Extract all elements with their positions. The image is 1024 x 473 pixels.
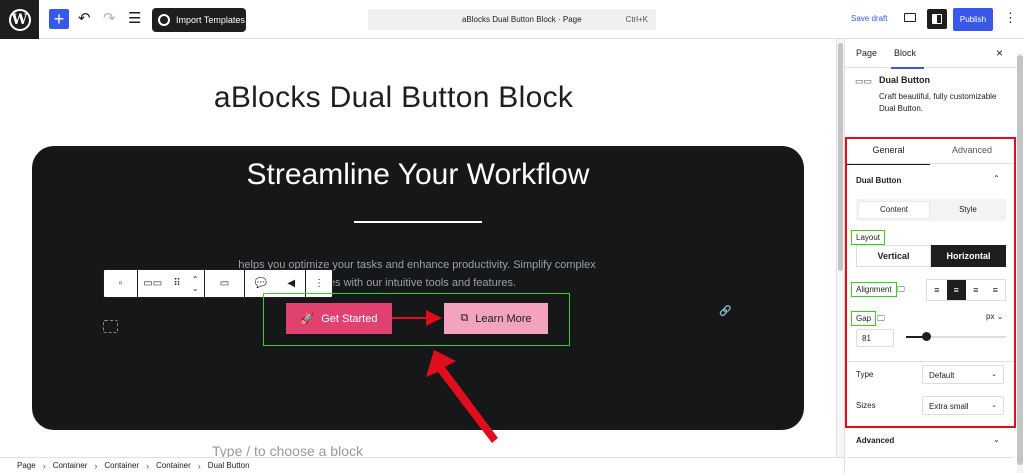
responsive-device-icon[interactable]: 🖵 [897,285,905,295]
breadcrumb-item[interactable]: Container [53,461,88,470]
canvas-scrollbar[interactable] [836,39,844,457]
breadcrumb-separator-icon: › [146,460,150,471]
wordpress-icon: W [8,8,31,31]
settings-panel-icon[interactable] [927,9,947,29]
command-palette-bar[interactable]: aBlocks Dual Button Block · Page Ctrl+K [368,9,656,30]
sidebar-scroll-thumb[interactable] [1017,55,1023,465]
editor-top-bar: W + ↶ ↷ ☰ Import Templates aBlocks Dual … [0,0,1024,39]
responsive-device-icon[interactable]: 🖵 [877,314,885,324]
import-templates-label: Import Templates [176,15,245,25]
align-center-icon[interactable]: ≡ [946,280,966,300]
divider [847,361,1014,362]
command-shortcut: Ctrl+K [625,15,648,24]
redo-icon[interactable]: ↷ [103,10,116,28]
block-breadcrumb: Page › Container › Container › Container › D… [0,457,844,473]
alignment-options: ≡ ≡ ≡ ≡ [926,279,1006,301]
align-left-icon[interactable]: ≡ [927,280,947,300]
ablocks-icon [158,14,170,26]
type-select-value: Default [929,371,955,380]
seg-content[interactable]: Content [859,202,929,218]
chevron-down-icon: ⌄ [991,402,997,409]
gap-input[interactable]: 81 [856,329,894,347]
import-templates-button[interactable]: Import Templates [152,8,246,32]
chevron-down-icon: ⌄ [991,371,997,378]
type-select[interactable]: Default ⌄ [922,365,1004,384]
breadcrumb-item[interactable]: Container [104,461,139,470]
dual-button-icon: ▭▭ [855,76,873,86]
breadcrumb-item[interactable]: Page [17,461,36,470]
content-style-switch: Content Style [856,199,1006,221]
align-right-icon[interactable]: ≡ [966,280,986,300]
alignment-label: Alignment [851,282,897,297]
chevron-down-icon: ⌄ [996,312,1004,321]
gap-unit-value: px [986,312,995,321]
editor-canvas[interactable]: aBlocks Dual Button Block Streamline You… [0,39,838,457]
breadcrumb-separator-icon: › [42,460,46,471]
undo-icon[interactable]: ↶ [78,10,91,28]
settings-sidebar: Page Block × ▭▭ Dual Button Craft beauti… [844,39,1024,473]
arrow-up [426,350,498,443]
desktop-preview-icon[interactable] [904,13,916,22]
layout-vertical-button[interactable]: Vertical [856,245,931,267]
layout-horizontal-button[interactable]: Horizontal [931,245,1006,267]
save-draft-button[interactable]: Save draft [851,14,887,23]
list-view-icon[interactable]: ☰ [128,10,141,28]
tab-advanced[interactable]: Advanced [930,139,1014,163]
breadcrumb-separator-icon: › [94,460,98,471]
close-icon[interactable]: × [996,46,1003,60]
sidebar-tabs: Page Block × [845,39,1017,69]
sizes-select-value: Extra small [929,402,969,411]
seg-style[interactable]: Style [933,202,1003,218]
divider [847,163,1014,164]
breadcrumb-item-current[interactable]: Dual Button [208,461,250,470]
type-label: Type [856,370,874,379]
annotation-arrows [392,310,498,443]
block-description: Craft beautiful, fully customizable Dual… [879,92,997,113]
command-title: aBlocks Dual Button Block · Page [461,15,582,24]
breadcrumb-item[interactable]: Container [156,461,191,470]
gap-label: Gap [851,311,877,326]
tab-page[interactable]: Page [856,48,877,58]
chevron-down-icon[interactable]: ⌄ [993,435,1000,444]
tab-general[interactable]: General [847,139,930,165]
block-name: Dual Button [879,75,930,85]
breadcrumb-separator-icon: › [197,460,201,471]
publish-button[interactable]: Publish [953,8,993,31]
add-block-button[interactable]: + [49,9,69,29]
wordpress-logo[interactable]: W [0,0,39,39]
align-justify-icon[interactable]: ≡ [986,280,1006,300]
sidebar-scrollbar[interactable] [1017,53,1023,473]
section-title-dual-button[interactable]: Dual Button [856,176,901,185]
more-options-icon[interactable]: ⋮ [1004,10,1017,26]
gap-unit-select[interactable]: px ⌄ [986,312,1003,321]
tab-block[interactable]: Block [890,48,925,69]
sizes-label: Sizes [856,401,876,410]
section-title-advanced[interactable]: Advanced [856,436,894,445]
canvas-scroll-thumb[interactable] [838,43,843,271]
sizes-select[interactable]: Extra small ⌄ [922,396,1004,415]
layout-label: Layout [851,230,886,245]
gap-slider-handle[interactable] [922,332,931,341]
divider [847,457,1014,458]
chevron-up-icon[interactable]: ⌃ [993,174,1000,183]
